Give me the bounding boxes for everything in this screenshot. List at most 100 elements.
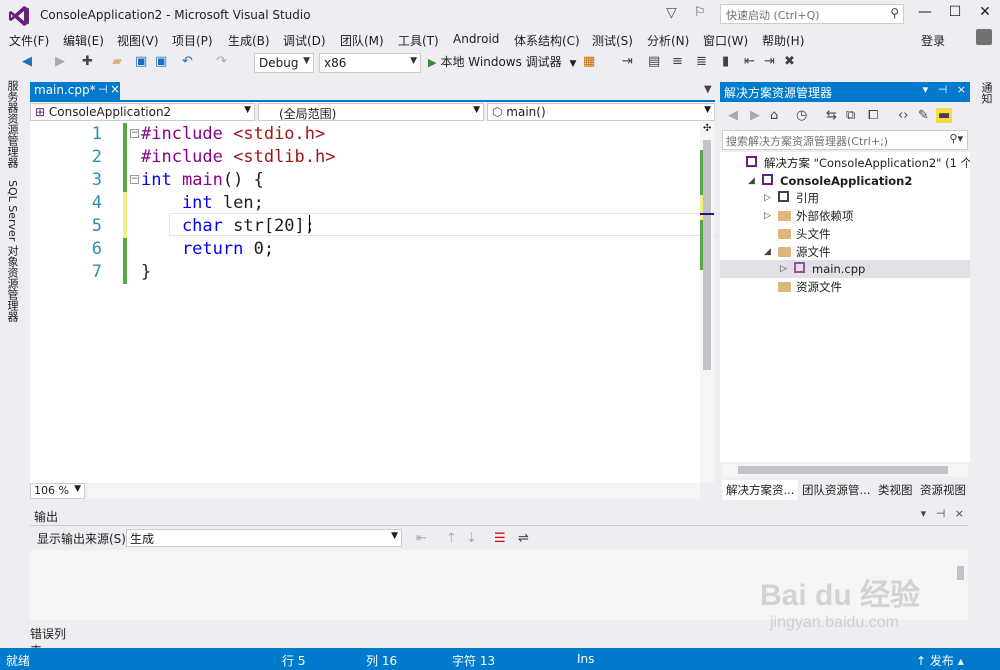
uncomment-icon[interactable]: ≣ [696,54,707,69]
menu-test[interactable]: 测试(S) [592,32,633,49]
maximize-button[interactable]: ☐ [940,4,970,24]
next-message-icon[interactable]: ⇣ [466,531,477,546]
tree-item[interactable]: ▷ main.cpp [780,260,970,278]
preview-icon[interactable]: ▬ [936,108,953,123]
menu-edit[interactable]: 编辑(E) [63,32,104,49]
next-bookmark-icon[interactable]: ⇥ [764,54,775,69]
collapsed-arrow-icon[interactable]: ▷ [780,260,787,278]
pin-icon[interactable]: ⊣ [98,83,108,96]
tab-error-list[interactable]: 错误列表 [28,621,74,658]
pin-icon[interactable]: ⊣ [936,507,946,520]
clear-bookmarks-icon[interactable]: ✖ [784,54,795,69]
prev-bookmark-icon[interactable]: ⇤ [744,54,755,69]
close-icon[interactable]: × [955,507,964,520]
publish-button[interactable]: ↑ 发布 ▴ [916,652,964,669]
member-nav-select[interactable]: ⬡ main() ▼ [487,103,715,121]
properties-icon[interactable]: ✎ [918,108,929,123]
undo-icon[interactable]: ↶ [182,54,193,69]
solution-search-input[interactable]: 搜索解决方案资源管理器(Ctrl+;) ⚲▾ [722,130,968,150]
login-link[interactable]: 登录 [921,32,945,49]
word-wrap-icon[interactable]: ⇌ [518,531,529,546]
minimize-button[interactable]: — [910,4,940,24]
editor-horizontal-scrollbar[interactable] [88,483,700,499]
search-icon[interactable]: ⚲▾ [949,132,963,145]
menu-tools[interactable]: 工具(T) [398,32,439,49]
code-line[interactable]: 1 − #include <stdio.h> [30,123,700,146]
scope-nav-select[interactable]: (全局范围) ▼ [258,103,484,121]
forward-icon[interactable]: ▶ [55,54,65,69]
server-explorer-tab[interactable]: 服务器资源管理器 [4,80,20,168]
sync-icon[interactable]: ⇆ [826,108,837,123]
split-editor-icon[interactable]: ✣ [703,123,711,134]
scrollbar-thumb[interactable] [703,140,711,370]
find-icon[interactable]: ▦ [583,54,595,69]
menu-project[interactable]: 项目(P) [172,32,213,49]
feedback-icon[interactable]: ⚐ [694,5,706,20]
code-line[interactable]: 4 int len; [30,192,700,215]
quick-launch-input[interactable]: 快速启动 (Ctrl+Q) ⚲ [720,4,904,24]
menu-help[interactable]: 帮助(H) [762,32,804,49]
tree-item[interactable]: ▷ 引用 [764,189,970,207]
tab-overflow-icon[interactable]: ▼ [704,84,712,95]
tree-item[interactable]: 资源文件 [764,278,970,296]
collapsed-arrow-icon[interactable]: ▷ [764,207,771,225]
collapse-icon[interactable]: ⧉ [846,108,855,123]
collapsed-arrow-icon[interactable]: ▷ [764,189,771,207]
code-line[interactable]: 7} [30,261,700,284]
menu-android[interactable]: Android [453,32,499,46]
scrollbar-thumb[interactable] [738,466,948,474]
bookmark-icon[interactable]: ▮ [722,54,729,69]
menu-file[interactable]: 文件(F) [9,32,49,49]
close-icon[interactable]: × [957,83,966,96]
history-icon[interactable]: ◷ [796,108,807,123]
prev-message-icon[interactable]: ⇡ [446,531,457,546]
close-icon[interactable]: × [110,82,120,96]
home-icon[interactable]: ⌂ [770,108,778,123]
tree-item[interactable]: ◢ ConsoleApplication2 [748,172,970,190]
tree-item[interactable]: 解决方案 "ConsoleApplication2" (1 个项目 [732,154,970,172]
tab-solution-explorer[interactable]: 解决方案资... [722,480,799,500]
breakpoint-icon[interactable]: ▤ [648,54,660,69]
notifications-tab[interactable]: 通知 [978,82,994,104]
tab-team-explorer[interactable]: 团队资源管... [798,480,874,500]
open-file-icon[interactable]: ▰ [112,54,122,69]
project-nav-select[interactable]: ⊞ ConsoleApplication2 ▼ [30,103,255,121]
platform-select[interactable]: x86 ▼ [319,53,421,73]
tab-resource-view[interactable]: 资源视图 [916,480,970,500]
tab-class-view[interactable]: 类视图 [874,480,917,500]
menu-team[interactable]: 团队(M) [340,32,384,49]
menu-analyze[interactable]: 分析(N) [647,32,689,49]
back-icon[interactable]: ◀ [22,54,32,69]
new-project-icon[interactable]: ✚ [82,54,93,69]
tree-item[interactable]: 头文件 [764,225,970,243]
close-button[interactable]: ✕ [970,4,1000,24]
code-line[interactable]: 5 char str[20]; [30,215,700,238]
tab-main-cpp[interactable]: main.cpp* ⊣ × [30,82,120,100]
back-icon[interactable]: ◀ [728,108,738,123]
zoom-select[interactable]: 106 % ▼ [30,483,85,499]
find-message-icon[interactable]: ⇤ [416,531,427,546]
code-line[interactable]: 6 return 0; [30,238,700,261]
clear-all-icon[interactable]: ☰ [494,531,506,546]
save-icon[interactable]: ▣ [135,54,147,69]
menu-architecture[interactable]: 体系结构(C) [514,32,580,49]
tree-item[interactable]: ▷ 外部依赖项 [764,207,970,225]
expanded-arrow-icon[interactable]: ◢ [764,243,771,261]
code-line[interactable]: 3 − int main() { [30,169,700,192]
menu-debug[interactable]: 调试(D) [283,32,326,49]
collapse-icon[interactable]: − [130,129,139,138]
start-debugging-button[interactable]: ▶ 本地 Windows 调试器 ▼ [428,53,576,70]
redo-icon[interactable]: ↷ [216,54,227,69]
forward-icon[interactable]: ▶ [750,108,760,123]
pin-icon[interactable]: ⊣ [938,83,948,96]
code-editor[interactable]: 1− #include <stdio.h> 2 #include <stdlib.h>… [30,121,725,483]
save-all-icon[interactable]: ▣ [155,54,167,69]
code-view-icon[interactable]: ‹› [898,108,908,123]
sql-server-explorer-tab[interactable]: SQL Server 对象资源管理器 [4,180,20,322]
dropdown-icon[interactable]: ▾ [923,83,929,96]
comment-icon[interactable]: ≡ [672,54,683,69]
filter-icon[interactable]: ▽ [666,5,677,21]
dropdown-icon[interactable]: ▾ [921,507,927,520]
show-all-icon[interactable]: ⧠ [868,108,878,123]
collapse-icon[interactable]: − [130,175,139,184]
